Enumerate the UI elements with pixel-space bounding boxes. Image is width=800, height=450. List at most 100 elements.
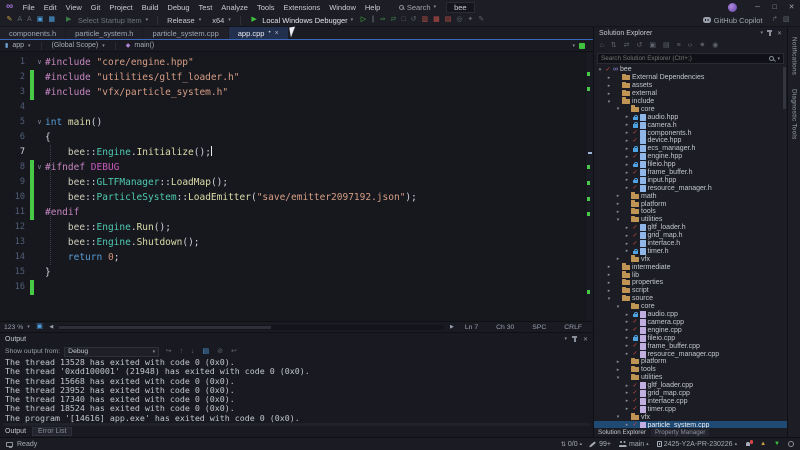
line-number[interactable]: 5 (0, 115, 30, 130)
nav-counter[interactable]: ⇅ 0/0 ▴ (561, 441, 582, 448)
tree-item-intermediate[interactable]: ▸ intermediate (594, 263, 787, 271)
document-health-icon[interactable] (579, 42, 585, 49)
tree-item-frame-buffer-h[interactable]: ▸ ✓ frame_buffer.h (594, 169, 787, 177)
chevron-down-icon[interactable]: ▾ (760, 30, 763, 36)
tree-item-tools[interactable]: ▸ tools (594, 365, 787, 374)
chevron-expanded-icon[interactable]: ▾ (615, 217, 621, 223)
tree-item-ecs-manager-h[interactable]: ▸ ecs_manager.h (594, 145, 787, 153)
chevron-collapsed-icon[interactable]: ▸ (606, 75, 612, 81)
line-number[interactable]: 3 (0, 85, 30, 100)
menu-extensions[interactable]: Extensions (279, 3, 325, 12)
solution-search-box[interactable]: ▾ (597, 53, 784, 64)
tree-item-vfx[interactable]: ▸ vfx (594, 255, 787, 263)
line-number[interactable]: 10 (0, 190, 30, 205)
user-avatar[interactable] (728, 2, 737, 12)
feedback-pen-icon[interactable]: ✎ (476, 14, 487, 26)
code-line[interactable]: 10 bee::ParticleSystem::LoadEmitter("sav… (0, 190, 593, 205)
minimize-button[interactable]: ─ (749, 4, 766, 11)
pin-icon[interactable] (767, 29, 773, 36)
startup-item-dropdown[interactable]: ▶ Select Startup Item ▾ (58, 14, 153, 26)
chevron-collapsed-icon[interactable]: ▸ (606, 272, 612, 278)
chevron-expanded-icon[interactable]: ▾ (615, 106, 621, 112)
wrench-icon[interactable]: ✦ (465, 14, 476, 26)
chevron-collapsed-icon[interactable]: ▸ (624, 398, 630, 404)
code-line[interactable]: 3 #include "vfx/particle_system.h" (0, 85, 593, 100)
tree-item-fileio-cpp[interactable]: ▸ fileio.cpp (594, 334, 787, 342)
collapse-all-icon[interactable]: ≡ (674, 40, 683, 52)
chevron-collapsed-icon[interactable]: ▸ (606, 83, 612, 89)
pin-icon[interactable] (572, 335, 578, 342)
tree-item-device-hpp[interactable]: ▸ ✓ device.hpp (594, 137, 787, 145)
line-number[interactable]: 11 (0, 205, 30, 220)
quick-actions-icon[interactable]: ✎ (4, 14, 15, 26)
tree-item-source[interactable]: ▾ source (594, 294, 787, 303)
tree-item-particle-system-cpp[interactable]: ▸ ✓ particle_system.cpp (594, 421, 787, 428)
configuration-dropdown[interactable]: Release ▾ (162, 16, 206, 25)
chevron-collapsed-icon[interactable]: ▸ (624, 351, 630, 357)
toggle-wordwrap-icon[interactable]: ↩ (229, 346, 240, 358)
chevron-expanded-icon[interactable]: ▾ (606, 99, 612, 105)
start-without-debugging-icon[interactable]: ▷ (358, 14, 368, 26)
chevron-collapsed-icon[interactable]: ▸ (615, 367, 621, 373)
save-icon[interactable]: ▣ (34, 14, 46, 26)
line-number[interactable]: 4 (0, 100, 30, 115)
solution-explorer-scrollbar[interactable] (783, 67, 786, 109)
profiler-icon[interactable]: ▥ (419, 14, 431, 26)
tree-item-core[interactable]: ▾ core (594, 302, 787, 311)
line-number[interactable]: 7 (0, 145, 30, 160)
line-number[interactable]: 8 (0, 160, 30, 175)
share-icon[interactable]: ↱ (770, 14, 781, 26)
memory-profiler-icon[interactable]: ▦ (431, 14, 443, 26)
output-source-dropdown[interactable]: Debug ▾ (64, 346, 160, 357)
zoom-level-dropdown[interactable]: 123 % (4, 324, 23, 331)
menu-view[interactable]: View (61, 3, 86, 12)
chevron-expanded-icon[interactable]: ▾ (615, 304, 621, 310)
line-number[interactable]: 12 (0, 220, 30, 235)
menu-build[interactable]: Build (137, 3, 163, 12)
menu-tools[interactable]: Tools (252, 3, 279, 12)
platform-dropdown[interactable]: x64 ▾ (207, 16, 236, 25)
chevron-expanded-icon[interactable]: ▾ (597, 67, 603, 73)
close-icon[interactable]: ✕ (777, 30, 782, 37)
chevron-collapsed-icon[interactable]: ▸ (624, 248, 630, 254)
tree-item-grid-map-h[interactable]: ▸ ✓ grid_map.h (594, 232, 787, 240)
symbol-dropdown[interactable]: main() (134, 42, 154, 49)
spaces-indicator[interactable]: SPC (525, 324, 553, 331)
chevron-collapsed-icon[interactable]: ▸ (624, 327, 630, 333)
menu-git[interactable]: Git (86, 3, 105, 12)
tree-item-input-hpp[interactable]: ▸ input.hpp (594, 176, 787, 184)
line-number[interactable]: 9 (0, 175, 30, 190)
cpu-profiler-icon[interactable]: ▤ (442, 14, 454, 26)
tree-item-utilities[interactable]: ▾ utilities (594, 215, 787, 224)
chevron-collapsed-icon[interactable]: ▸ (615, 209, 621, 215)
code-line[interactable]: 15} (0, 265, 593, 280)
chevron-collapsed-icon[interactable]: ▸ (615, 256, 621, 262)
repository-picker[interactable]: 2425-Y2A-PR-230226 ▴ (656, 441, 737, 448)
tab-property-manager[interactable]: Property Manager (650, 428, 710, 437)
line-number[interactable]: 14 (0, 250, 30, 265)
tree-item-camera-cpp[interactable]: ▸ ✓ camera.cpp (594, 318, 787, 327)
line-number[interactable]: 6 (0, 130, 30, 145)
chevron-collapsed-icon[interactable]: ▸ (624, 185, 630, 191)
chevron-collapsed-icon[interactable]: ▸ (624, 122, 630, 128)
tree-item-engine-hpp[interactable]: ▸ ✓ engine.hpp (594, 153, 787, 161)
pending-changes-filter-icon[interactable]: ⇅ (608, 40, 619, 52)
tree-item-properties[interactable]: ▸ properties (594, 278, 787, 287)
code-line[interactable]: 6{ (0, 130, 593, 145)
tree-item-include[interactable]: ▾ include (594, 97, 787, 106)
tree-item-components-h[interactable]: ▸ ✓ components.h (594, 129, 787, 137)
tab-error-list[interactable]: Error List (32, 427, 73, 436)
find-next-icon[interactable]: A (25, 14, 35, 26)
tree-item-timer-h[interactable]: ▸ timer.h (594, 247, 787, 255)
tree-item-vfx[interactable]: ▾ vfx (594, 413, 787, 421)
line-number[interactable]: 16 (0, 280, 30, 295)
tree-item-interface-h[interactable]: ▸ ✓ interface.h (594, 240, 787, 248)
tree-item-core[interactable]: ▾ core (594, 105, 787, 113)
tab-solution-explorer[interactable]: Solution Explorer (598, 429, 646, 436)
tab-components.h[interactable]: components.h (0, 27, 66, 39)
save-all-icon[interactable]: ▦ (46, 14, 58, 26)
tree-item-grid-map-cpp[interactable]: ▸ ✓ grid_map.cpp (594, 389, 787, 398)
tree-item-resource-manager-cpp[interactable]: ▸ ✓ resource_manager.cpp (594, 350, 787, 358)
search-box[interactable]: Search ▾ (398, 3, 436, 12)
chevron-collapsed-icon[interactable]: ▸ (606, 288, 612, 294)
